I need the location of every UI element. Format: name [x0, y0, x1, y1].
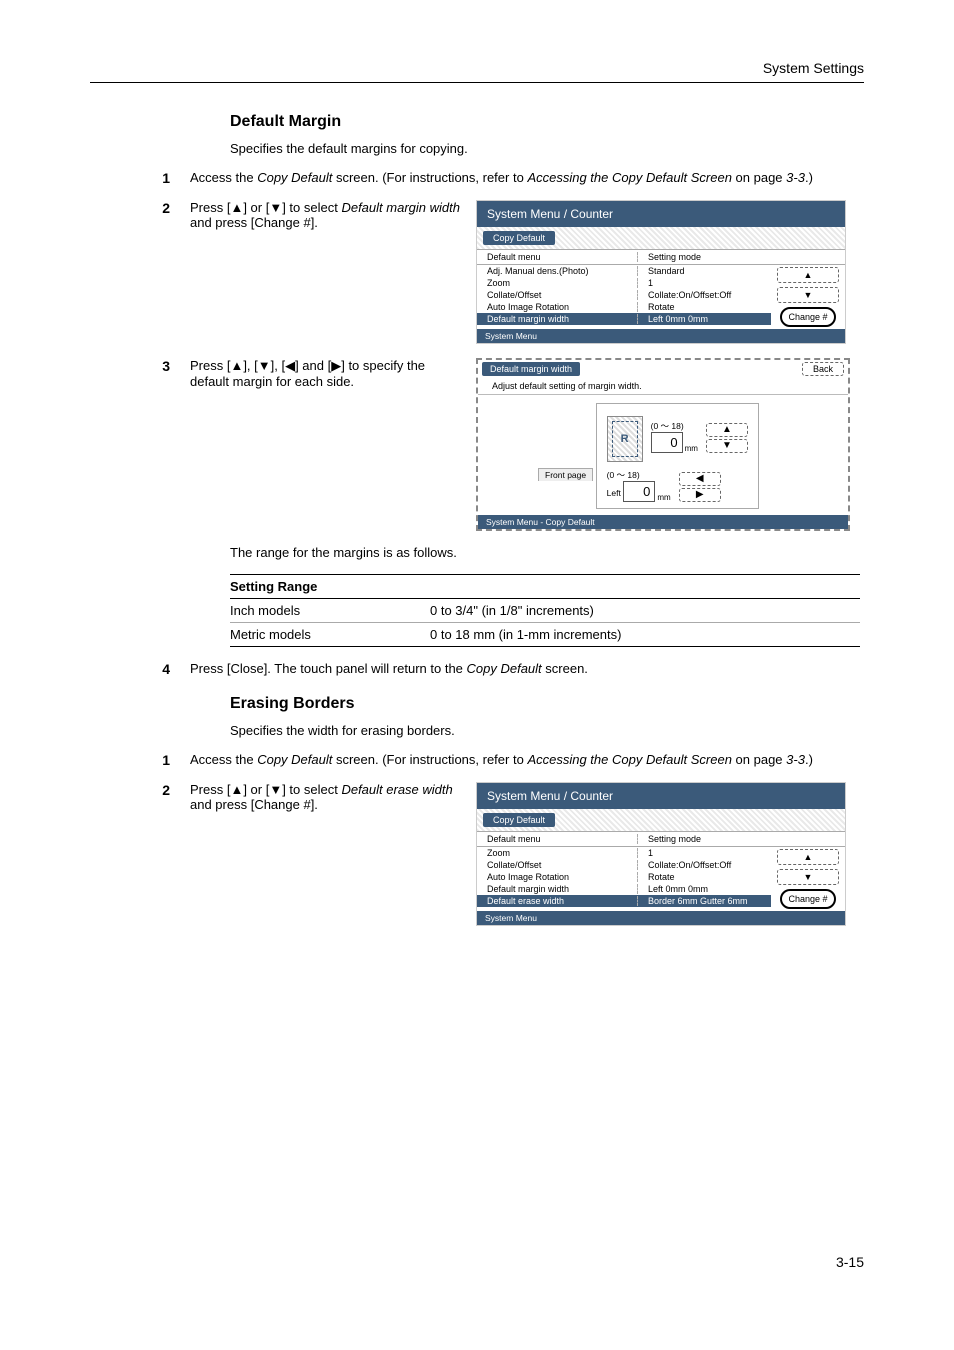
list-item[interactable]: Auto Image RotationRotate [477, 871, 771, 883]
screenshot-copy-default-1: System Menu / Counter Copy Default Defau… [476, 200, 846, 344]
back-button[interactable]: Back [802, 362, 844, 376]
table-header: Setting Range [230, 575, 860, 599]
tab-copy-default[interactable]: Copy Default [483, 231, 555, 245]
column-setting-mode: Setting mode [637, 834, 775, 844]
column-default-menu: Default menu [477, 834, 637, 844]
heading-default-margin: Default Margin [230, 113, 864, 131]
table-row: Inch models 0 to 3/4" (in 1/8" increment… [230, 599, 860, 622]
tab-copy-default[interactable]: Copy Default [483, 813, 555, 827]
window-title: System Menu / Counter [477, 783, 845, 809]
range-intro: The range for the margins is as follows. [230, 545, 864, 560]
scroll-down-button[interactable]: ▼ [777, 869, 839, 885]
step-3-text: Press [▲], [▼], [◀] and [▶] to specify t… [190, 358, 476, 389]
scroll-up-button[interactable]: ▲ [777, 849, 839, 865]
increase-button[interactable]: ▲ [706, 423, 748, 437]
column-setting-mode: Setting mode [637, 252, 775, 262]
list-item[interactable]: Zoom1 [477, 847, 771, 859]
change-button[interactable]: Change # [780, 307, 836, 327]
list-item[interactable]: Default margin widthLeft 0mm 0mm [477, 883, 771, 895]
dialog-subtitle: Adjust default setting of margin width. [478, 378, 848, 395]
right-button[interactable]: ▶ [679, 488, 721, 502]
breadcrumb: System Menu [477, 329, 845, 343]
step-number: 3 [90, 358, 190, 374]
heading-erasing-borders: Erasing Borders [230, 695, 864, 713]
page-icon [607, 416, 643, 462]
left-label: Left [607, 488, 621, 498]
breadcrumb: System Menu [477, 911, 845, 925]
list-item-selected[interactable]: Default erase widthBorder 6mm Gutter 6mm [477, 895, 771, 907]
step-number: 1 [90, 170, 190, 186]
scroll-up-button[interactable]: ▲ [777, 267, 839, 283]
step-1-text: Access the Copy Default screen. (For ins… [190, 752, 864, 767]
intro-default-margin: Specifies the default margins for copyin… [230, 141, 864, 156]
range-label: (0 ～ 18) [607, 469, 671, 481]
list-item-selected[interactable]: Default margin widthLeft 0mm 0mm [477, 313, 771, 325]
scroll-down-button[interactable]: ▼ [777, 287, 839, 303]
page-number: 3-15 [836, 1254, 864, 1270]
list-item[interactable]: Zoom1 [477, 277, 771, 289]
intro-erasing-borders: Specifies the width for erasing borders. [230, 723, 864, 738]
list-item[interactable]: Collate/OffsetCollate:On/Offset:Off [477, 289, 771, 301]
window-title: System Menu / Counter [477, 201, 845, 227]
range-label: (0 ～ 18) [651, 420, 698, 432]
list-item[interactable]: Auto Image RotationRotate [477, 301, 771, 313]
step-number: 2 [90, 200, 190, 216]
step-2-text: Press [▲] or [▼] to select Default margi… [190, 200, 476, 230]
left-button[interactable]: ◀ [679, 472, 721, 486]
setting-range-table: Setting Range Inch models 0 to 3/4" (in … [230, 574, 860, 647]
step-1-text: Access the Copy Default screen. (For ins… [190, 170, 864, 185]
dialog-title: Default margin width [482, 362, 580, 376]
margin-top-value: 0 [651, 432, 683, 453]
decrease-button[interactable]: ▼ [706, 439, 748, 453]
list-item[interactable]: Collate/OffsetCollate:On/Offset:Off [477, 859, 771, 871]
running-head: System Settings [90, 60, 864, 83]
step-number: 1 [90, 752, 190, 768]
step-number: 4 [90, 661, 190, 677]
margin-left-value: 0 [623, 481, 655, 502]
list-item[interactable]: Adj. Manual dens.(Photo)Standard [477, 265, 771, 277]
screenshot-copy-default-2: System Menu / Counter Copy Default Defau… [476, 782, 846, 926]
table-row: Metric models 0 to 18 mm (in 1-mm increm… [230, 622, 860, 646]
step-4-text: Press [Close]. The touch panel will retu… [190, 661, 864, 676]
front-page-label: Front page [538, 468, 593, 481]
step-number: 2 [90, 782, 190, 798]
breadcrumb: System Menu - Copy Default [478, 515, 848, 529]
screenshot-margin-width-dialog: Default margin width Back Adjust default… [476, 358, 850, 531]
step-2-text: Press [▲] or [▼] to select Default erase… [190, 782, 476, 812]
column-default-menu: Default menu [477, 252, 637, 262]
change-button[interactable]: Change # [780, 889, 836, 909]
